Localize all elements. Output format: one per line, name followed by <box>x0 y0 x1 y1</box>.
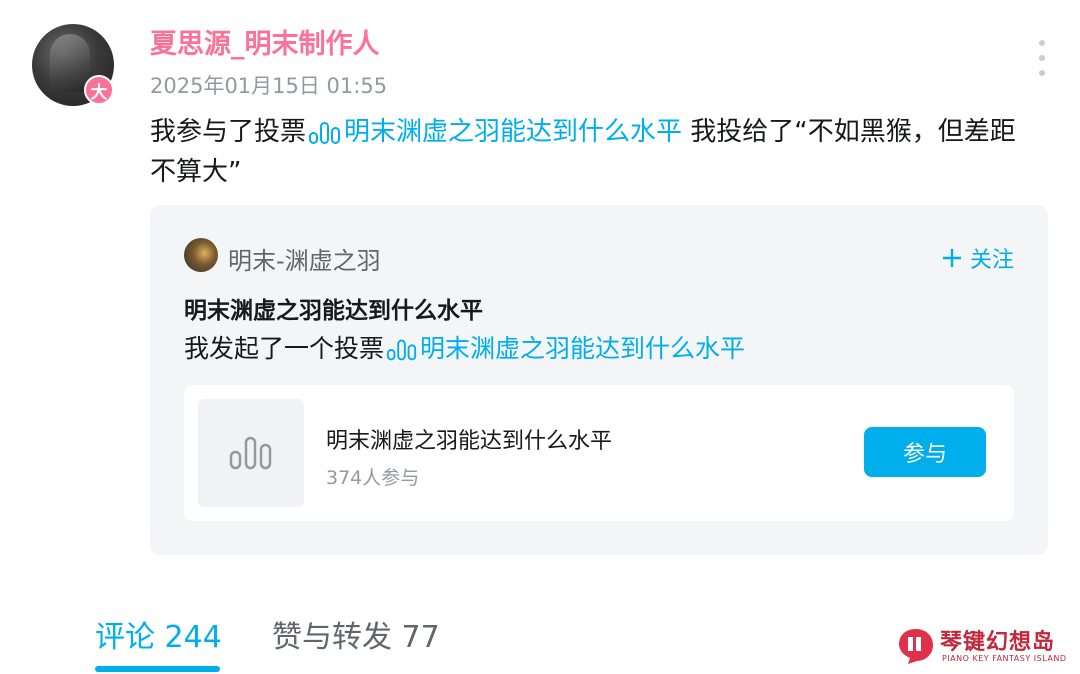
follow-button[interactable]: 关注 <box>942 242 1014 274</box>
vote-name: 明末渊虚之羽能达到什么水平 <box>326 429 613 454</box>
watermark-subtitle: PIANO KEY FANTASY ISLAND <box>942 654 1067 663</box>
vote-widget[interactable]: 明末渊虚之羽能达到什么水平 374人参与 参与 <box>184 385 1014 521</box>
watermark: 琴键幻想岛 PIANO KEY FANTASY ISLAND <box>896 622 1072 670</box>
vote-icon <box>309 121 341 144</box>
vip-badge: 大 <box>84 75 114 105</box>
shared-vote-card[interactable]: 明末-渊虚之羽 关注 明末渊虚之羽能达到什么水平 我发起了一个投票 明末渊虚之羽… <box>150 205 1048 555</box>
active-tab-indicator <box>95 666 220 672</box>
vote-thumbnail <box>198 399 304 507</box>
card-description: 我发起了一个投票 明末渊虚之羽能达到什么水平 <box>184 329 745 365</box>
join-vote-button[interactable]: 参与 <box>864 427 986 477</box>
card-vote-link[interactable]: 明末渊虚之羽能达到什么水平 <box>420 334 745 363</box>
vote-icon <box>386 339 417 361</box>
post-text: 我参与了投票 明末渊虚之羽能达到什么水平 我投给了“不如黑猴，但差距不算大” <box>150 112 1030 192</box>
tab-likes-reposts[interactable]: 赞与转发 77 <box>272 612 440 656</box>
username[interactable]: 夏思源_明末制作人 <box>150 22 380 61</box>
watermark-title: 琴键幻想岛 <box>940 630 1056 655</box>
more-options-icon[interactable] <box>1030 40 1054 76</box>
vote-chart-icon <box>229 436 272 470</box>
post-text-prefix: 我参与了投票 <box>150 117 307 147</box>
card-title: 明末渊虚之羽能达到什么水平 <box>184 298 483 324</box>
vote-participants: 374人参与 <box>326 467 420 489</box>
watermark-logo-icon <box>899 629 933 664</box>
source-avatar[interactable] <box>184 238 218 272</box>
post-timestamp: 2025年01月15日 01:55 <box>150 74 388 98</box>
plus-icon <box>943 249 961 267</box>
source-name[interactable]: 明末-渊虚之羽 <box>228 241 381 276</box>
tab-comments[interactable]: 评论 244 <box>95 612 222 656</box>
avatar-image <box>50 34 90 92</box>
vote-link[interactable]: 明末渊虚之羽能达到什么水平 <box>344 117 682 147</box>
card-desc-prefix: 我发起了一个投票 <box>184 334 385 363</box>
follow-label: 关注 <box>970 248 1015 273</box>
